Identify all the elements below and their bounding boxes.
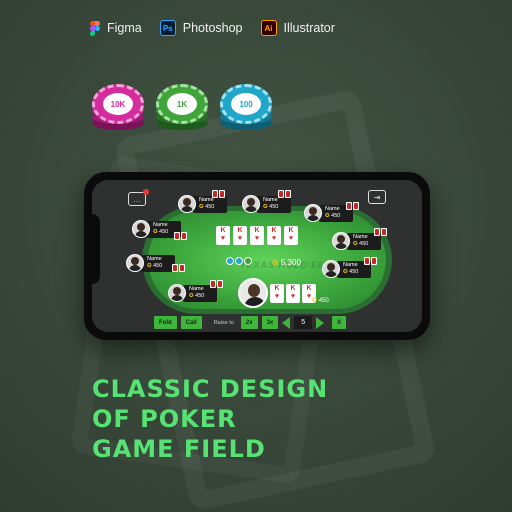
hero-avatar	[238, 278, 268, 308]
avatar	[126, 254, 144, 272]
headline-line-2: OF POKER	[92, 405, 237, 433]
action-controls: Fold Call Raise to 2x 3x 5 X	[154, 316, 347, 329]
player-chips: ✪ 450	[147, 263, 163, 269]
raise-3x-button[interactable]: 3x	[261, 316, 279, 329]
tool-label-illustrator: Illustrator	[283, 21, 335, 35]
player-cards	[212, 190, 225, 198]
community-card: K ♥	[250, 226, 264, 245]
hero-card: K ♥	[270, 284, 284, 303]
pot-value: 5,300	[280, 258, 301, 267]
player-seat-7[interactable]: Name ✪ 450	[126, 254, 175, 272]
phone-notch	[84, 214, 100, 284]
player-cards	[346, 202, 359, 210]
player-cards	[172, 264, 185, 272]
headline-line-3: GAME FIELD	[92, 435, 266, 463]
raise-value[interactable]: 5	[294, 316, 313, 329]
player-chips: ✪ 450	[199, 204, 215, 210]
player-cards	[174, 232, 187, 240]
illustrator-icon: Ai	[260, 20, 277, 36]
community-cards: K ♥ K ♥ K ♥ K ♥ K ♥	[216, 226, 298, 245]
player-cards	[278, 190, 291, 198]
chip-label: 100	[231, 93, 261, 115]
hero-cards: K ♥ K ♥ K ♥	[270, 284, 316, 303]
chip-label: 1K	[167, 93, 197, 115]
pot-amount: ✪ 5,300	[272, 258, 301, 267]
game-screen: … ⇥ TEXAS HOLD'EM Name ✪ 450 Name ✪ 450 Na…	[92, 180, 422, 332]
player-name: Name	[153, 222, 168, 228]
avatar	[132, 220, 150, 238]
tools-row: Figma Ps Photoshop Ai Illustrator	[90, 20, 335, 36]
tool-label-figma: Figma	[107, 21, 142, 35]
hero-card: K ♥	[286, 284, 300, 303]
decrease-arrow-icon[interactable]	[282, 316, 291, 329]
player-chips: ✪ 450	[343, 269, 359, 275]
fold-button[interactable]: Fold	[154, 316, 177, 329]
community-card: K ♥	[284, 226, 298, 245]
tool-photoshop: Ps Photoshop	[159, 20, 243, 36]
avatar	[168, 284, 186, 302]
player-name: Name	[263, 197, 278, 203]
notification-dot	[143, 189, 149, 195]
raise-to-label: Raise to	[213, 319, 234, 326]
player-chips: ✪ 450	[263, 204, 279, 210]
player-cards	[374, 228, 387, 236]
player-name: Name	[199, 197, 214, 203]
headline: CLASSIC DESIGN OF POKER GAME FIELD	[92, 374, 328, 464]
player-cards	[210, 280, 223, 288]
hero-chips: ✪ 450	[312, 298, 329, 304]
photoshop-icon: Ps	[159, 20, 176, 36]
phone-mockup: … ⇥ TEXAS HOLD'EM Name ✪ 450 Name ✪ 450 Na…	[84, 172, 430, 340]
raise-2x-button[interactable]: 2x	[240, 316, 258, 329]
community-card: K ♥	[216, 226, 230, 245]
tool-illustrator: Ai Illustrator	[260, 20, 335, 36]
avatar	[242, 195, 260, 213]
community-card: K ♥	[267, 226, 281, 245]
pot-chips	[226, 257, 252, 265]
figma-icon	[90, 20, 100, 36]
player-chips: ✪ 450	[353, 241, 369, 247]
player-chips: ✪ 450	[325, 213, 341, 219]
tool-figma: Figma	[90, 20, 142, 36]
chip-100: 100	[220, 84, 272, 136]
player-chips: ✪ 450	[189, 293, 205, 299]
increase-arrow-icon[interactable]	[316, 316, 325, 329]
close-button[interactable]: X	[332, 316, 347, 329]
headline-line-1: CLASSIC DESIGN	[92, 375, 329, 403]
exit-icon[interactable]: ⇥	[368, 190, 386, 204]
avatar	[178, 195, 196, 213]
coin-icon: ✪	[272, 259, 278, 267]
call-button[interactable]: Call	[180, 316, 202, 329]
avatar	[322, 260, 340, 278]
player-name: Name	[147, 256, 162, 262]
community-card: K ♥	[233, 226, 247, 245]
avatar	[304, 204, 322, 222]
chip-10k: 10K	[92, 84, 144, 136]
chip-label: 10K	[103, 93, 133, 115]
avatar	[332, 232, 350, 250]
chip-1k: 1K	[156, 84, 208, 136]
tool-label-photoshop: Photoshop	[182, 21, 243, 35]
player-cards	[364, 257, 377, 265]
